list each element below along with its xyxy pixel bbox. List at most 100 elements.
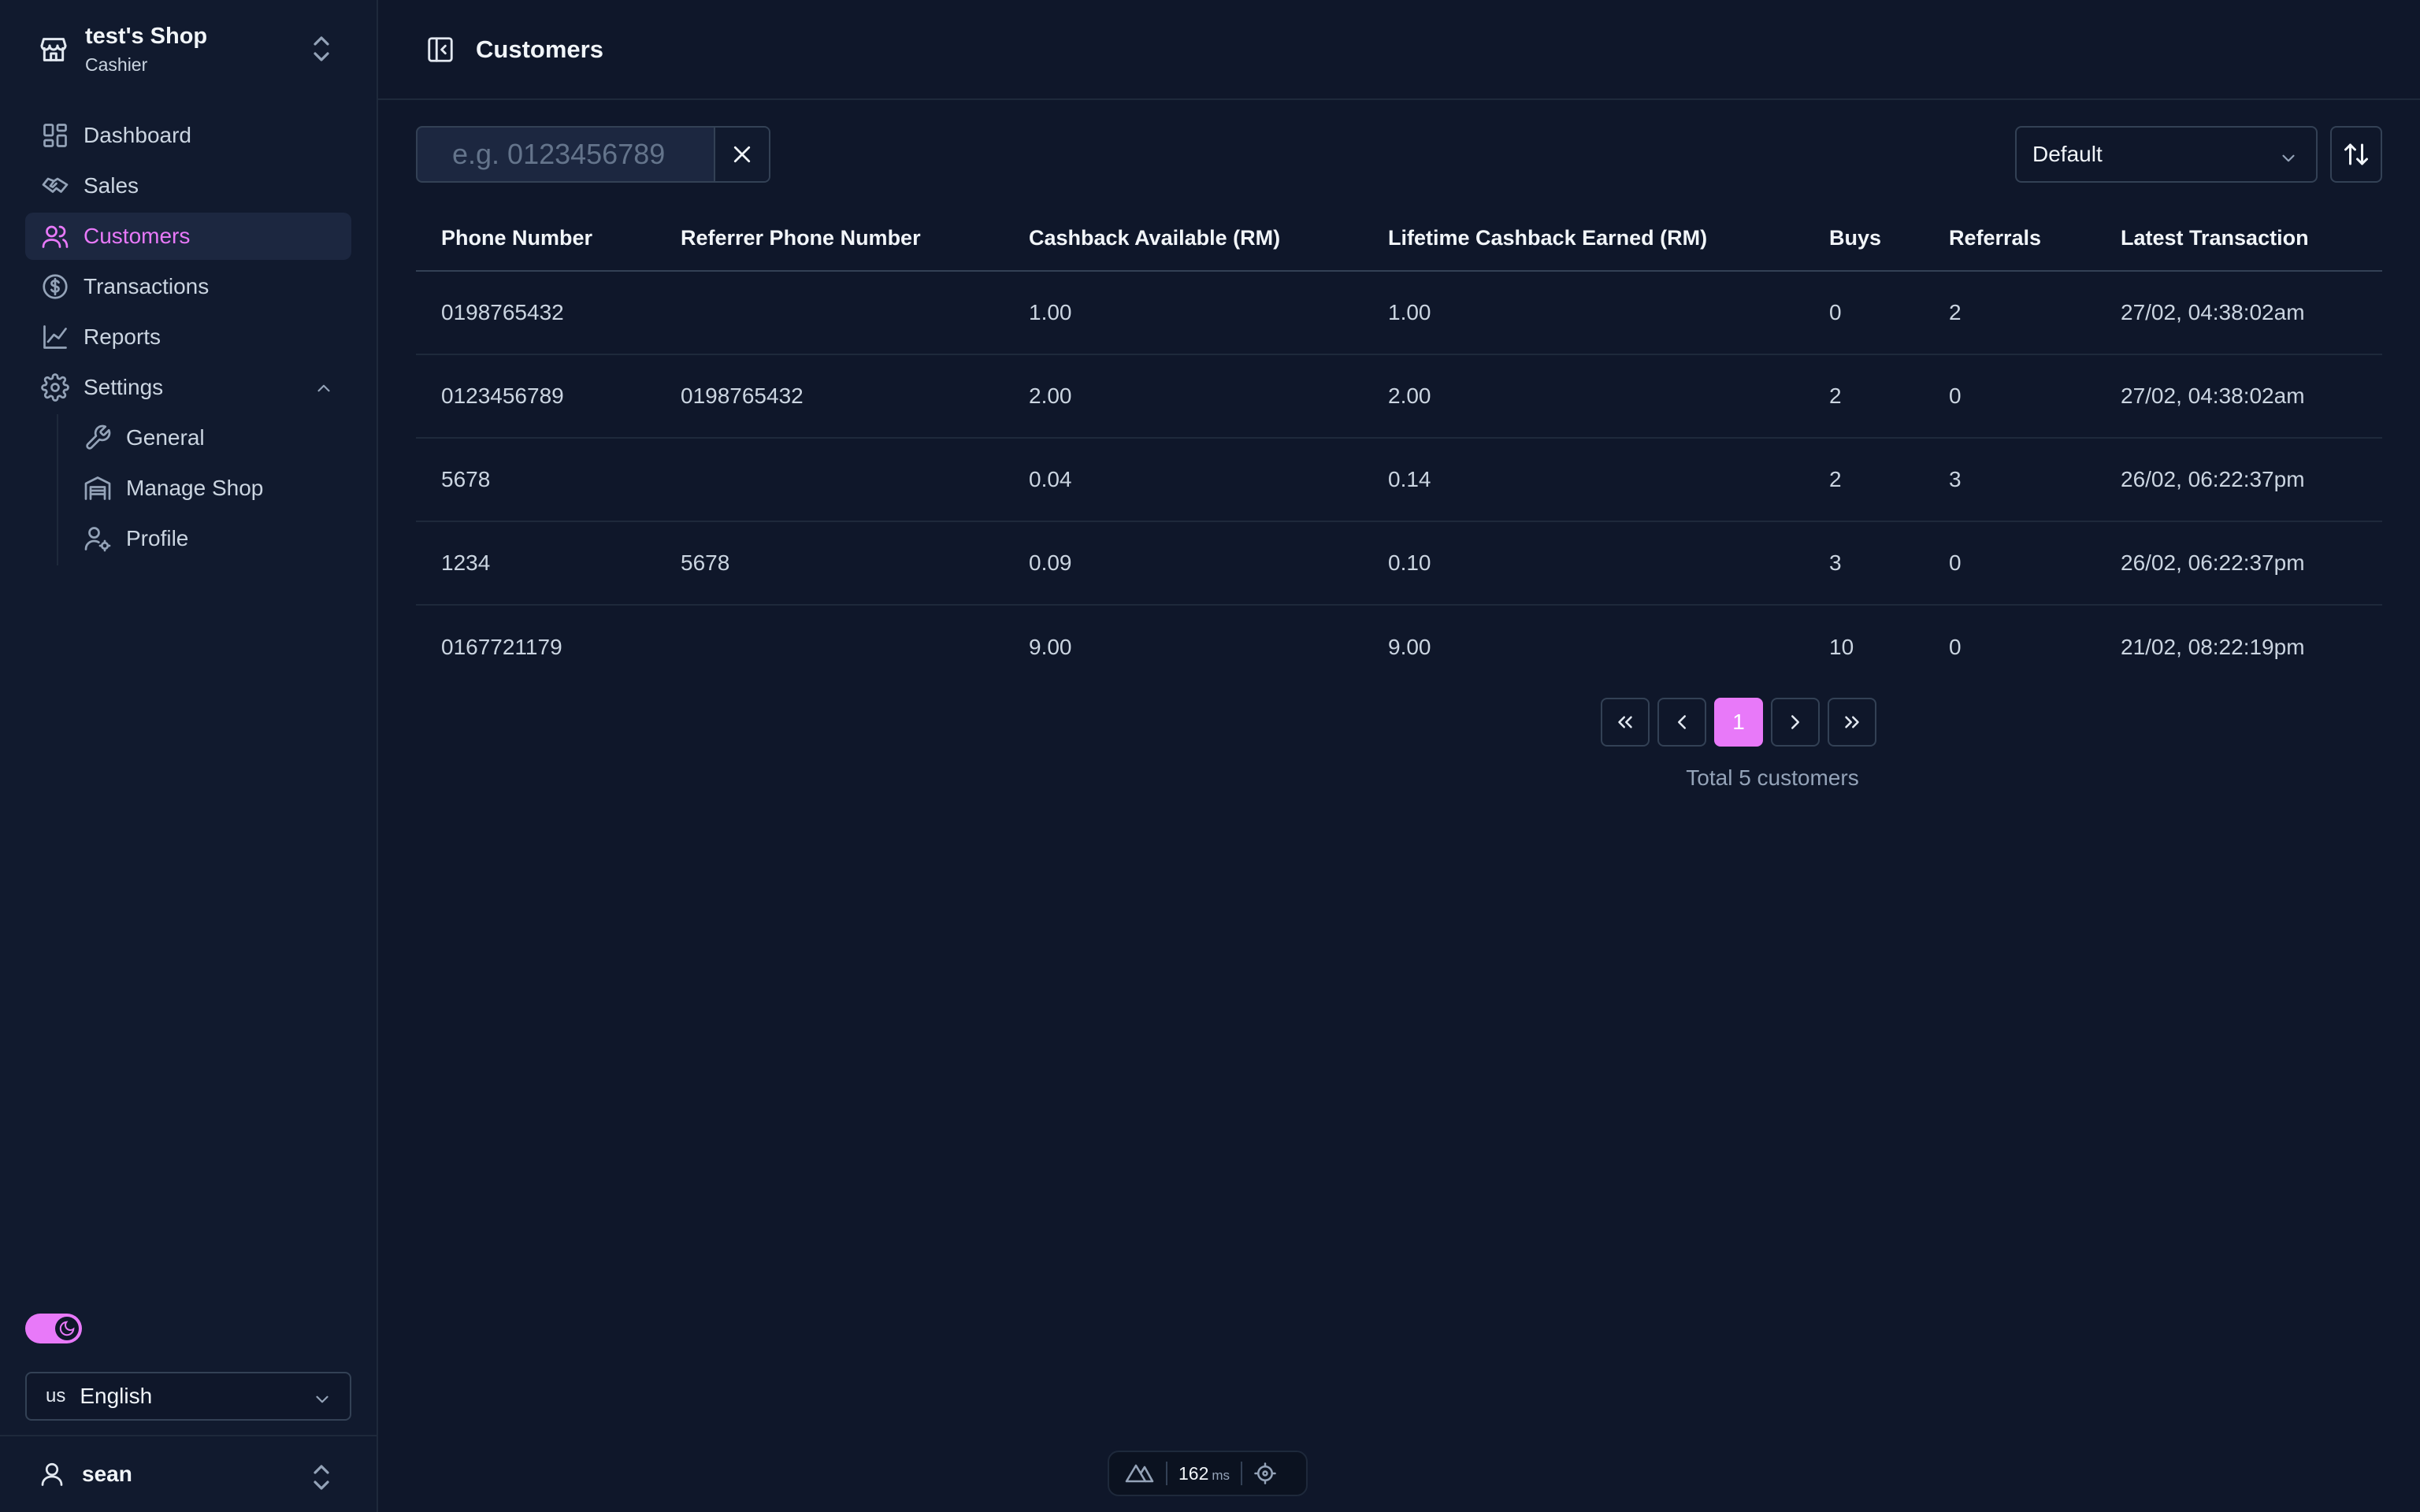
sidebar-item-reports[interactable]: Reports bbox=[25, 313, 351, 361]
last-page-button[interactable] bbox=[1828, 698, 1876, 747]
next-page-button[interactable] bbox=[1771, 698, 1820, 747]
moon-icon bbox=[55, 1317, 79, 1340]
line-chart-icon bbox=[41, 323, 69, 351]
chevron-up-icon[interactable] bbox=[314, 378, 334, 398]
table-cell: 2 bbox=[1924, 271, 2095, 355]
table-cell: 21/02, 08:22:19pm bbox=[2121, 634, 2305, 659]
user-menu[interactable]: sean bbox=[0, 1435, 377, 1512]
sidebar-item-sales[interactable]: Sales bbox=[25, 162, 351, 209]
sort-select[interactable]: Default bbox=[2015, 126, 2318, 183]
table-cell: 2.00 bbox=[1004, 354, 1363, 439]
sidebar-item-label: Dashboard bbox=[84, 123, 191, 147]
store-icon bbox=[38, 34, 69, 65]
table-cell: 1234 bbox=[416, 521, 655, 606]
table-cell bbox=[655, 605, 1004, 688]
sort-direction-button[interactable] bbox=[2330, 126, 2382, 183]
column-header[interactable]: Phone Number bbox=[416, 206, 655, 272]
sidebar-toggle-icon[interactable] bbox=[425, 35, 455, 65]
table-cell: 5678 bbox=[655, 521, 1004, 606]
chevrons-right-icon bbox=[1840, 710, 1864, 734]
user-icon bbox=[38, 1460, 66, 1488]
page-button-current[interactable]: 1 bbox=[1714, 698, 1763, 747]
column-header[interactable]: Lifetime Cashback Earned (RM) bbox=[1363, 206, 1804, 272]
devtools-bar[interactable]: 162 ms bbox=[1108, 1451, 1308, 1496]
table-cell: 0.14 bbox=[1363, 438, 1804, 522]
table-cell: 10 bbox=[1829, 634, 1854, 659]
sidebar-item-label: Reports bbox=[84, 324, 161, 349]
dollar-circle-icon bbox=[41, 272, 69, 301]
sidebar-item-general[interactable]: General bbox=[82, 414, 351, 461]
language-select[interactable]: us English bbox=[25, 1372, 351, 1421]
chevron-right-icon bbox=[1783, 710, 1807, 734]
shop-role: Cashier bbox=[85, 54, 148, 75]
table-cell bbox=[655, 438, 1004, 522]
topbar: Customers bbox=[378, 0, 2420, 100]
table-header-row: Phone Number Referrer Phone Number Cashb… bbox=[416, 206, 2382, 272]
sidebar-item-dashboard[interactable]: Dashboard bbox=[25, 112, 351, 159]
main-content: Customers Default bbox=[378, 0, 2420, 1512]
table-cell: 0198765432 bbox=[416, 271, 655, 355]
table-cell: 26/02, 06:22:37pm bbox=[2095, 438, 2382, 522]
first-page-button[interactable] bbox=[1601, 698, 1650, 747]
table-cell: 0 bbox=[1804, 271, 1924, 355]
page-title: Customers bbox=[476, 35, 603, 63]
table-cell: 0.10 bbox=[1363, 521, 1804, 606]
close-icon bbox=[730, 143, 754, 166]
sidebar-item-transactions[interactable]: Transactions bbox=[25, 263, 351, 310]
sidebar-item-settings[interactable]: Settings bbox=[25, 364, 351, 411]
table-row[interactable]: 0167721179 9.00 9.00 10 0 21/02, 08:22:1… bbox=[416, 605, 2382, 688]
handshake-icon bbox=[41, 172, 69, 200]
divider bbox=[1166, 1462, 1167, 1485]
sidebar: test's Shop Cashier Dashboard Sales Cust… bbox=[0, 0, 378, 1512]
sidebar-item-label: Sales bbox=[84, 173, 139, 198]
total-count: Total 5 customers bbox=[1686, 765, 1859, 790]
table-cell: 0 bbox=[1949, 634, 1962, 659]
table-cell: 26/02, 06:22:37pm bbox=[2095, 521, 2382, 606]
table-cell: 3 bbox=[1924, 438, 2095, 522]
chevron-left-icon bbox=[1670, 710, 1694, 734]
user-name: sean bbox=[82, 1462, 132, 1486]
theme-toggle[interactable] bbox=[25, 1314, 82, 1343]
search-box bbox=[416, 126, 770, 183]
column-header[interactable]: Buys bbox=[1804, 206, 1924, 272]
table-row[interactable]: 0123456789 0198765432 2.00 2.00 2 0 27/0… bbox=[416, 354, 2382, 439]
column-header[interactable]: Latest Transaction bbox=[2095, 206, 2382, 272]
table-cell: 5678 bbox=[416, 438, 655, 522]
sidebar-item-label: Manage Shop bbox=[126, 476, 264, 500]
user-gear-icon bbox=[84, 524, 112, 553]
chevrons-left-icon bbox=[1613, 710, 1637, 734]
search-input[interactable] bbox=[418, 128, 714, 181]
table-cell: 1.00 bbox=[1004, 271, 1363, 355]
table-cell: 0.04 bbox=[1004, 438, 1363, 522]
table-cell: 0167721179 bbox=[441, 634, 562, 659]
column-header[interactable]: Cashback Available (RM) bbox=[1004, 206, 1363, 272]
sidebar-item-manage-shop[interactable]: Manage Shop bbox=[82, 465, 351, 512]
shop-switcher[interactable]: test's Shop Cashier bbox=[0, 0, 377, 99]
sort-select-value: Default bbox=[2032, 142, 2103, 166]
app-root: test's Shop Cashier Dashboard Sales Cust… bbox=[0, 0, 2420, 1512]
divider bbox=[1241, 1462, 1243, 1485]
chevron-down-icon bbox=[312, 1389, 332, 1410]
customers-table: Phone Number Referrer Phone Number Cashb… bbox=[416, 206, 2382, 688]
chevrons-up-down-icon bbox=[312, 1463, 331, 1492]
table-row[interactable]: 5678 0.04 0.14 2 3 26/02, 06:22:37pm bbox=[416, 438, 2382, 522]
table-cell: 0 bbox=[1924, 354, 2095, 439]
sidebar-item-customers[interactable]: Customers bbox=[25, 213, 351, 260]
prev-page-button[interactable] bbox=[1657, 698, 1706, 747]
sidebar-item-profile[interactable]: Profile bbox=[82, 515, 351, 562]
nuxt-logo-icon bbox=[1123, 1462, 1155, 1484]
sidebar-item-label: Transactions bbox=[84, 274, 210, 298]
table-cell: 3 bbox=[1804, 521, 1924, 606]
table-row[interactable]: 1234 5678 0.09 0.10 3 0 26/02, 06:22:37p… bbox=[416, 521, 2382, 606]
table-row[interactable]: 0198765432 1.00 1.00 0 2 27/02, 04:38:02… bbox=[416, 271, 2382, 355]
crosshair-icon[interactable] bbox=[1253, 1462, 1277, 1485]
sidebar-item-label: Customers bbox=[84, 224, 191, 248]
column-header[interactable]: Referrals bbox=[1924, 206, 2095, 272]
column-header[interactable]: Referrer Phone Number bbox=[655, 206, 1004, 272]
language-name: English bbox=[80, 1384, 153, 1408]
shop-name: test's Shop bbox=[85, 24, 208, 49]
render-time: 162 ms bbox=[1178, 1463, 1230, 1484]
table-cell: 9.00 bbox=[1388, 634, 1431, 659]
clear-search-button[interactable] bbox=[714, 128, 769, 181]
warehouse-icon bbox=[84, 474, 112, 502]
